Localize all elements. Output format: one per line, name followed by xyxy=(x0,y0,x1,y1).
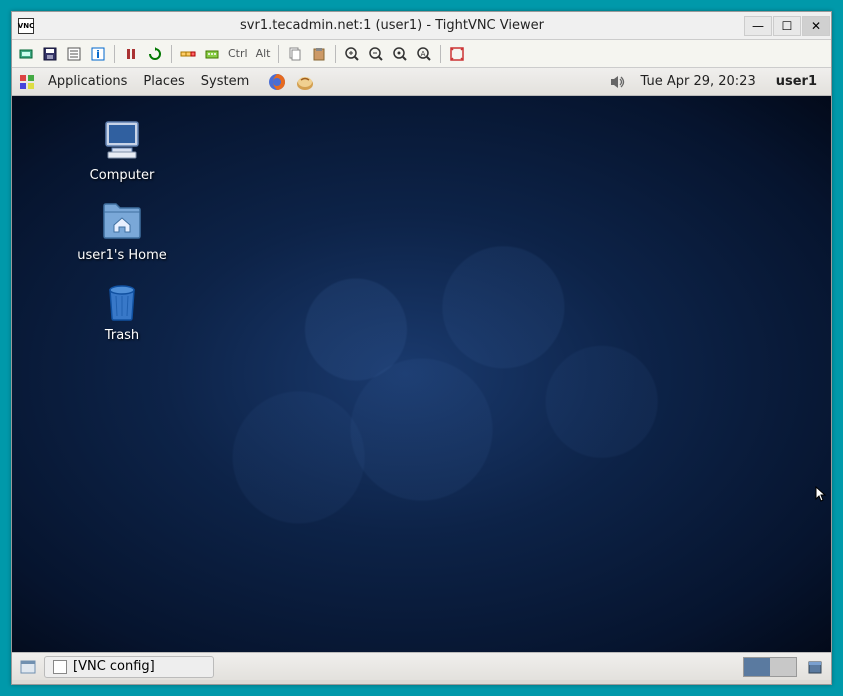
svg-text:i: i xyxy=(96,48,100,61)
workspace-switcher xyxy=(743,657,797,677)
desktop-area[interactable]: Computer user1's Home Trash xyxy=(12,96,831,652)
refresh-icon[interactable] xyxy=(145,44,165,64)
gnome-top-panel: Applications Places System Tue Apr 29, 2… xyxy=(12,68,831,96)
options-icon[interactable] xyxy=(64,44,84,64)
close-button[interactable]: ✕ xyxy=(802,16,830,36)
workspace-2[interactable] xyxy=(770,658,796,676)
desktop-icon-computer[interactable]: Computer xyxy=(62,116,182,183)
firefox-launcher-icon[interactable] xyxy=(267,72,287,92)
window-title: svr1.tecadmin.net:1 (user1) - TightVNC V… xyxy=(40,18,744,33)
ctrl-key-toggle[interactable]: Ctrl xyxy=(226,47,250,60)
help-launcher-icon[interactable] xyxy=(295,72,315,92)
svg-text:A: A xyxy=(421,50,426,58)
desktop-icon-trash[interactable]: Trash xyxy=(62,276,182,343)
new-connection-icon[interactable] xyxy=(16,44,36,64)
gnome-bottom-panel: [VNC config] xyxy=(12,652,831,680)
info-icon[interactable]: i xyxy=(88,44,108,64)
zoom-100-icon[interactable] xyxy=(390,44,410,64)
show-desktop-button[interactable] xyxy=(18,658,38,676)
taskbar-task-vnc-config[interactable]: [VNC config] xyxy=(44,656,214,678)
alt-key-toggle[interactable]: Alt xyxy=(254,47,273,60)
desktop-icon-home[interactable]: user1's Home xyxy=(62,196,182,263)
fullscreen-icon[interactable] xyxy=(447,44,467,64)
menu-system[interactable]: System xyxy=(193,70,257,93)
zoom-auto-icon[interactable]: A xyxy=(414,44,434,64)
window-icon xyxy=(53,660,67,674)
vnc-window-titlebar: VNC svr1.tecadmin.net:1 (user1) - TightV… xyxy=(12,12,831,40)
save-icon[interactable] xyxy=(40,44,60,64)
volume-icon[interactable] xyxy=(608,72,628,92)
zoom-out-icon[interactable] xyxy=(366,44,386,64)
user-menu[interactable]: user1 xyxy=(764,74,825,89)
maximize-button[interactable]: ☐ xyxy=(773,16,801,36)
menu-applications[interactable]: Applications xyxy=(40,70,135,93)
send-keys-icon[interactable] xyxy=(202,44,222,64)
task-label: [VNC config] xyxy=(73,659,155,674)
copy-icon[interactable] xyxy=(285,44,305,64)
paste-icon[interactable] xyxy=(309,44,329,64)
vnc-app-icon: VNC xyxy=(18,18,34,34)
desktop-icon-label: Computer xyxy=(62,168,182,183)
minimize-button[interactable]: — xyxy=(744,16,772,36)
home-folder-icon xyxy=(98,196,146,244)
trash-applet-icon[interactable] xyxy=(805,658,825,676)
clock[interactable]: Tue Apr 29, 20:23 xyxy=(632,74,763,89)
computer-icon xyxy=(98,116,146,164)
gnome-logo-icon xyxy=(18,73,36,91)
zoom-in-icon[interactable] xyxy=(342,44,362,64)
mouse-cursor-icon xyxy=(815,486,827,508)
pause-icon[interactable] xyxy=(121,44,141,64)
trash-icon xyxy=(98,276,146,324)
menu-places[interactable]: Places xyxy=(135,70,192,93)
desktop-icon-label: Trash xyxy=(62,328,182,343)
vnc-toolbar: i Ctrl Alt xyxy=(12,40,831,68)
desktop-icon-label: user1's Home xyxy=(62,248,182,263)
ctrl-alt-del-icon[interactable] xyxy=(178,44,198,64)
workspace-1[interactable] xyxy=(744,658,770,676)
